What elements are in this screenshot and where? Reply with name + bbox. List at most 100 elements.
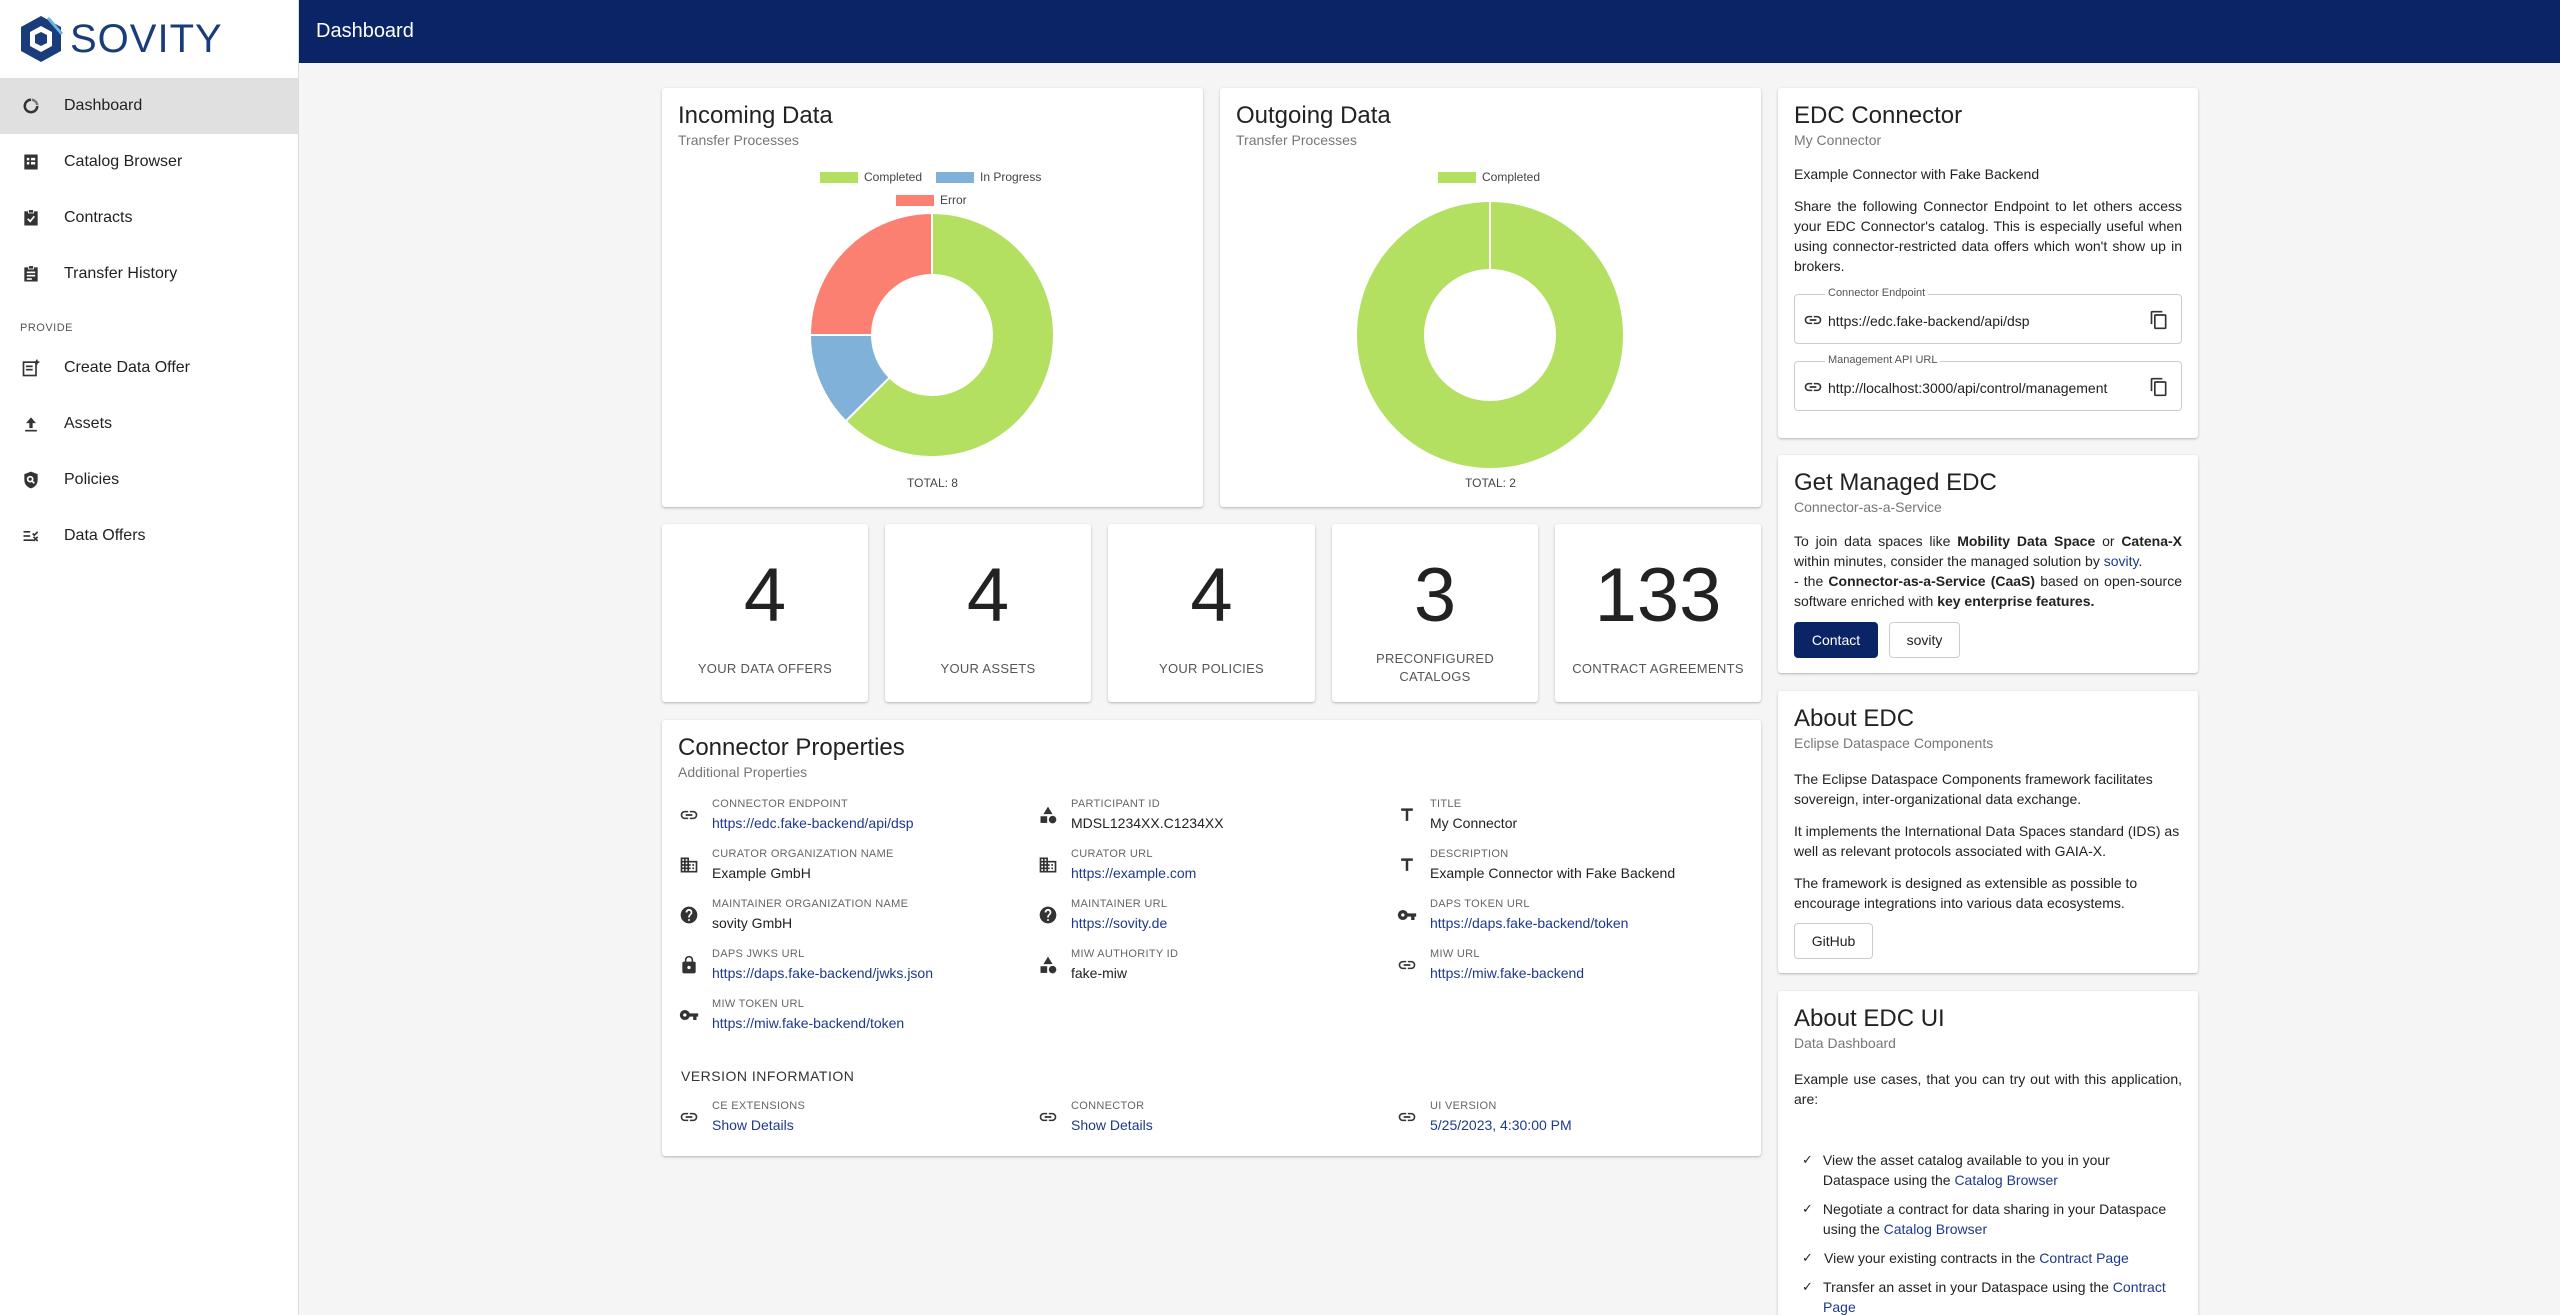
connector-endpoint-field[interactable]: Connector Endpoint https://edc.fake-back…: [1794, 287, 2182, 344]
connector-properties-subtitle: Additional Properties: [678, 764, 808, 780]
copy-icon[interactable]: [2149, 377, 2169, 397]
about-edc-subtitle: Eclipse Dataspace Components: [1794, 735, 1994, 751]
dashboard-icon: [21, 96, 41, 116]
property-value[interactable]: https://edc.fake-backend/api/dsp: [712, 815, 914, 831]
legend-item-completed[interactable]: Completed: [1438, 170, 1540, 184]
sidebar-item-catalog-browser[interactable]: Catalog Browser: [0, 134, 298, 190]
property-key: MAINTAINER ORGANIZATION NAME: [712, 898, 909, 910]
property-daps-jwks-url: DAPS JWKS URL https://daps.fake-backend/j…: [678, 948, 933, 981]
text-segment: within minutes, consider the managed sol…: [1794, 553, 2104, 569]
sidebar-item-create-data-offer[interactable]: Create Data Offer: [0, 340, 298, 396]
sidebar-item-label: Dashboard: [64, 97, 143, 114]
property-value[interactable]: https://sovity.de: [1071, 915, 1167, 931]
edc-connector-subtitle: My Connector: [1794, 132, 1882, 148]
sidebar-item-dashboard[interactable]: Dashboard: [0, 78, 298, 134]
use-case-link[interactable]: Catalog Browser: [1954, 1172, 2058, 1188]
about-edc-title: About EDC: [1794, 705, 1915, 732]
property-key: CE EXTENSIONS: [712, 1100, 806, 1112]
property-value[interactable]: Show Details: [1071, 1117, 1153, 1133]
property-curator-url: CURATOR URL https://example.com: [1037, 848, 1196, 881]
sovity-logo-text: SOVITY: [70, 16, 223, 61]
outgoing-donut-chart: [1357, 202, 1623, 468]
sidebar-item-label: Transfer History: [64, 265, 178, 282]
use-case-item: ✓ Transfer an asset in your Dataspace usi…: [1802, 1277, 2172, 1315]
sovity-link[interactable]: sovity: [2104, 553, 2139, 569]
property-key: CONNECTOR: [1071, 1100, 1145, 1112]
top-bar: Dashboard: [299, 0, 2560, 63]
sidebar-item-assets[interactable]: Assets: [0, 396, 298, 452]
kpi-label: YOUR ASSETS: [940, 661, 1036, 676]
incoming-data-card: Incoming Data Transfer Processes Complet…: [662, 88, 1203, 507]
incoming-slice-error[interactable]: [808, 211, 933, 336]
use-case-text: View your existing contracts in the Cont…: [1824, 1248, 2129, 1268]
use-case-link[interactable]: Contract Page: [2039, 1250, 2129, 1266]
link-icon: [1804, 382, 1822, 392]
help-icon: [1037, 904, 1059, 926]
legend-item-in-progress[interactable]: In Progress: [936, 170, 1041, 184]
use-case-description: Transfer an asset in your Dataspace usin…: [1823, 1279, 2113, 1295]
property-value: Example Connector with Fake Backend: [1430, 865, 1676, 881]
text-segment: - the: [1794, 573, 1829, 589]
incoming-donut-chart: [808, 211, 1055, 458]
kpi-data-offers[interactable]: 4 YOUR DATA OFFERS: [662, 524, 868, 702]
property-description: DESCRIPTION Example Connector with Fake B…: [1396, 848, 1675, 881]
property-value[interactable]: https://example.com: [1071, 865, 1196, 881]
contact-button[interactable]: Contact: [1794, 622, 1878, 658]
upload-icon: [21, 414, 41, 434]
kpi-assets[interactable]: 4 YOUR ASSETS: [885, 524, 1091, 702]
property-participant-id: PARTICIPANT ID MDSL1234XX.C1234XX: [1037, 798, 1224, 831]
github-button[interactable]: GitHub: [1794, 923, 1873, 959]
property-value[interactable]: https://miw.fake-backend/token: [712, 1015, 904, 1031]
property-value[interactable]: Show Details: [712, 1117, 805, 1133]
property-key: CURATOR URL: [1071, 848, 1153, 860]
outgoing-data-subtitle: Transfer Processes: [1236, 132, 1357, 148]
create-offer-icon: [21, 358, 41, 378]
about-edc-ui-title: About EDC UI: [1794, 1005, 1945, 1032]
text-bold: Mobility Data Space: [1957, 533, 2096, 549]
text-bold: key enterprise features.: [1937, 593, 2095, 609]
legend-item-completed[interactable]: Completed: [820, 170, 922, 184]
key-icon: [1396, 904, 1418, 926]
about-edc-paragraph-1: The Eclipse Dataspace Components framewo…: [1794, 771, 2153, 807]
kpi-label: YOUR DATA OFFERS: [697, 661, 833, 676]
property-value: sovity GmbH: [712, 915, 793, 931]
kpi-policies[interactable]: 4 YOUR POLICIES: [1108, 524, 1315, 702]
kpi-contract-agreements[interactable]: 133 CONTRACT AGREEMENTS: [1555, 524, 1761, 702]
property-key: PARTICIPANT ID: [1071, 798, 1160, 810]
copy-icon[interactable]: [2149, 310, 2169, 330]
property-title: TITLE My Connector: [1396, 798, 1517, 831]
sidebar-item-data-offers[interactable]: Data Offers: [0, 508, 298, 564]
sidebar-item-transfer-history[interactable]: Transfer History: [0, 246, 298, 302]
text-segment: or: [2095, 533, 2122, 549]
property-value[interactable]: https://miw.fake-backend: [1430, 965, 1584, 981]
sidebar-item-policies[interactable]: Policies: [0, 452, 298, 508]
property-connector: CONNECTOR Show Details: [1037, 1100, 1153, 1133]
sidebar-item-contracts[interactable]: Contracts: [0, 190, 298, 246]
use-case-text: View the asset catalog available to you …: [1823, 1150, 2172, 1190]
managed-edc-text: To join data spaces like Mobility Data S…: [1794, 531, 2182, 611]
management-api-url-field[interactable]: Management API URL http://localhost:3000…: [1794, 354, 2182, 411]
property-value[interactable]: 5/25/2023, 4:30:00 PM: [1430, 1117, 1572, 1133]
sovity-logo[interactable]: SOVITY: [0, 0, 298, 78]
property-value[interactable]: https://daps.fake-backend/jwks.json: [712, 965, 933, 981]
kpi-preconfigured-catalogs[interactable]: 3 PRECONFIGURED CATALOGS: [1332, 524, 1538, 702]
page-title: Dashboard: [316, 20, 414, 42]
use-case-text: Negotiate a contract for data sharing in…: [1823, 1199, 2172, 1239]
property-value[interactable]: https://daps.fake-backend/token: [1430, 915, 1628, 931]
policy-shield-icon: [21, 470, 41, 490]
managed-edc-subtitle: Connector-as-a-Service: [1794, 499, 1942, 515]
use-case-link[interactable]: Catalog Browser: [1884, 1221, 1988, 1237]
sovity-button[interactable]: sovity: [1889, 622, 1960, 658]
check-icon: ✓: [1802, 1250, 1813, 1265]
connector-endpoint-value: https://edc.fake-backend/api/dsp: [1828, 313, 2030, 329]
property-key: DAPS TOKEN URL: [1430, 898, 1530, 910]
text-bold: Connector-as-a-Service (CaaS): [1828, 573, 2036, 589]
property-miw-authority-id: MIW AUTHORITY ID fake-miw: [1037, 948, 1178, 981]
legend-swatch: [1438, 171, 1476, 183]
title-icon: [1396, 804, 1418, 826]
about-edc-paragraph-2: It implements the International Data Spa…: [1794, 823, 2180, 859]
property-value: My Connector: [1430, 815, 1518, 831]
sidebar-item-label: Policies: [64, 471, 120, 488]
help-icon: [678, 904, 700, 926]
property-key: MIW TOKEN URL: [712, 998, 805, 1010]
